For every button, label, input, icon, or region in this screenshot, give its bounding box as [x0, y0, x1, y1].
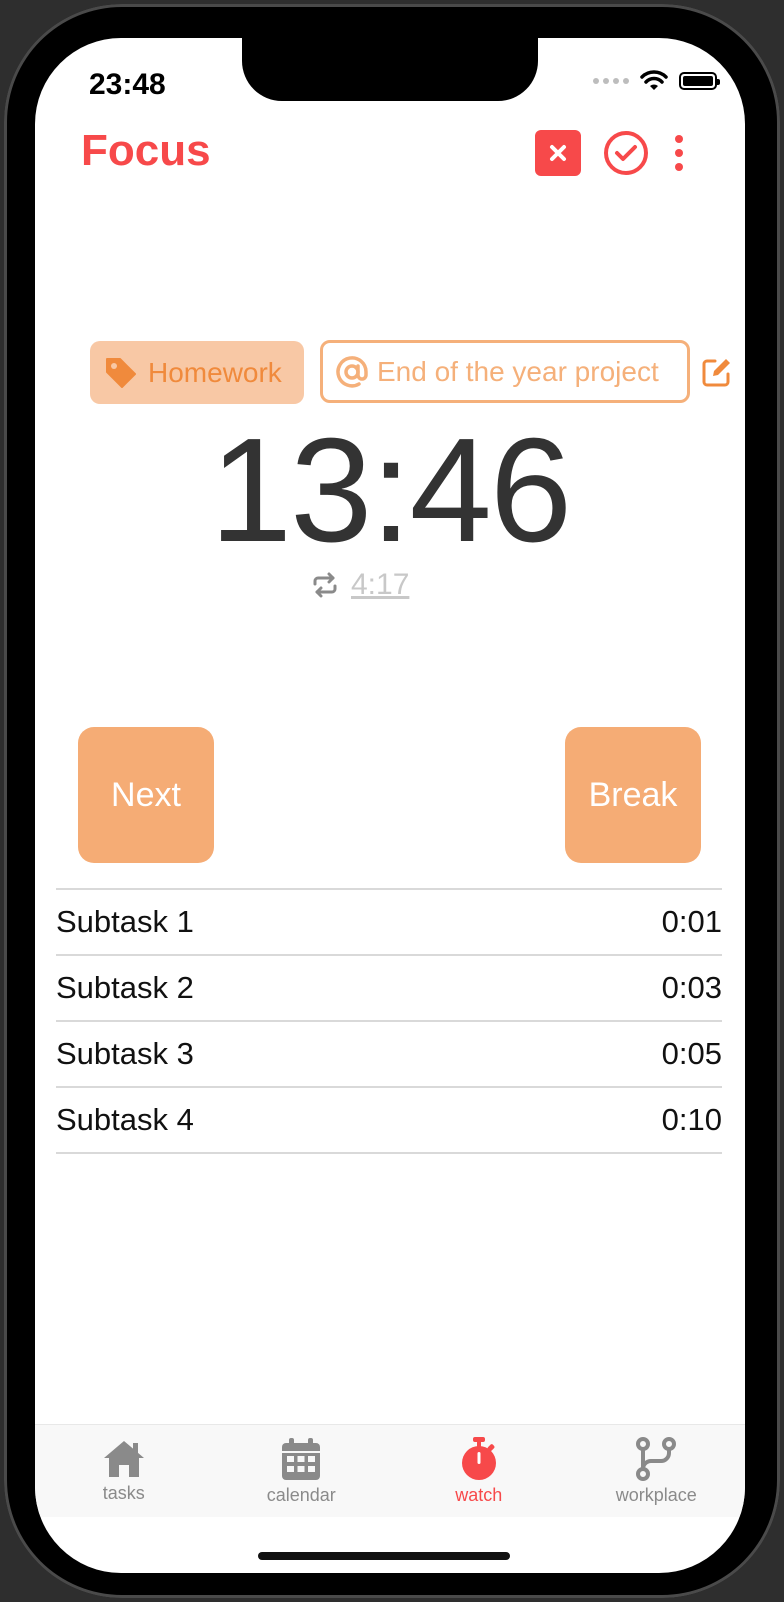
tab-label: tasks: [102, 1483, 145, 1503]
subtask-time: 0:05: [661, 1036, 722, 1071]
subtask-time: 0:03: [661, 970, 722, 1005]
next-button[interactable]: Next: [78, 727, 214, 863]
more-dot-icon: [675, 163, 683, 171]
tab-label: calendar: [266, 1485, 336, 1505]
break-button[interactable]: Break: [565, 727, 701, 863]
subtask-time: 0:01: [661, 904, 722, 939]
wifi-icon: [640, 70, 668, 90]
subtask-name: Subtask 2: [56, 970, 194, 1005]
discard-button[interactable]: [535, 130, 581, 176]
status-time: 23:48: [89, 68, 166, 101]
focus-timer: 13:46: [209, 408, 572, 573]
cycle-timer-value: 4:17: [351, 568, 410, 601]
tab-bar: tasks calendar watch workplace: [35, 1424, 745, 1517]
branch-icon: [636, 1437, 677, 1481]
tab-tasks[interactable]: tasks: [35, 1425, 213, 1517]
project-chip[interactable]: End of the year project: [320, 340, 690, 403]
tab-calendar[interactable]: calendar: [213, 1425, 391, 1517]
tag-icon: [106, 357, 136, 388]
subtask-row[interactable]: Subtask 1 0:01: [56, 888, 722, 954]
edit-icon[interactable]: [701, 356, 733, 388]
subtask-list: Subtask 1 0:01 Subtask 2 0:03 Subtask 3 …: [56, 888, 722, 1154]
project-label: End of the year project: [377, 355, 659, 387]
tag-label: Homework: [148, 356, 282, 388]
stopwatch-icon: [461, 1437, 496, 1480]
subtask-time: 0:10: [661, 1102, 722, 1137]
tab-workplace[interactable]: workplace: [568, 1425, 746, 1517]
more-dot-icon: [675, 135, 683, 143]
complete-button[interactable]: [603, 130, 649, 176]
subtask-row[interactable]: Subtask 3 0:05: [56, 1020, 722, 1086]
tab-label: watch: [455, 1485, 503, 1505]
calendar-icon: [282, 1438, 321, 1480]
subtask-row[interactable]: Subtask 4 0:10: [56, 1086, 722, 1154]
at-icon: [336, 355, 368, 388]
subtask-name: Subtask 3: [56, 1036, 194, 1071]
tab-watch[interactable]: watch: [390, 1425, 568, 1517]
close-icon: [550, 145, 566, 161]
more-button[interactable]: [659, 130, 699, 176]
cycle-timer[interactable]: 4:17: [311, 568, 409, 602]
status-indicators: [593, 70, 720, 92]
page-title: Focus: [81, 126, 211, 175]
notch: [242, 38, 538, 101]
signal-icon: [593, 78, 629, 84]
subtask-name: Subtask 1: [56, 904, 194, 939]
screen: 23:48 Focus Homework End of the year pro…: [35, 38, 745, 1573]
device-frame: 23:48 Focus Homework End of the year pro…: [0, 0, 784, 1602]
battery-icon: [679, 72, 720, 90]
subtask-row[interactable]: Subtask 2 0:03: [56, 954, 722, 1020]
home-icon: [103, 1441, 144, 1477]
check-circle-icon: [604, 131, 648, 175]
tab-label: workplace: [615, 1485, 697, 1505]
more-dot-icon: [675, 149, 683, 157]
tag-chip[interactable]: Homework: [90, 341, 304, 404]
home-indicator[interactable]: [258, 1552, 510, 1560]
repeat-icon: [313, 572, 337, 598]
subtask-name: Subtask 4: [56, 1102, 194, 1137]
